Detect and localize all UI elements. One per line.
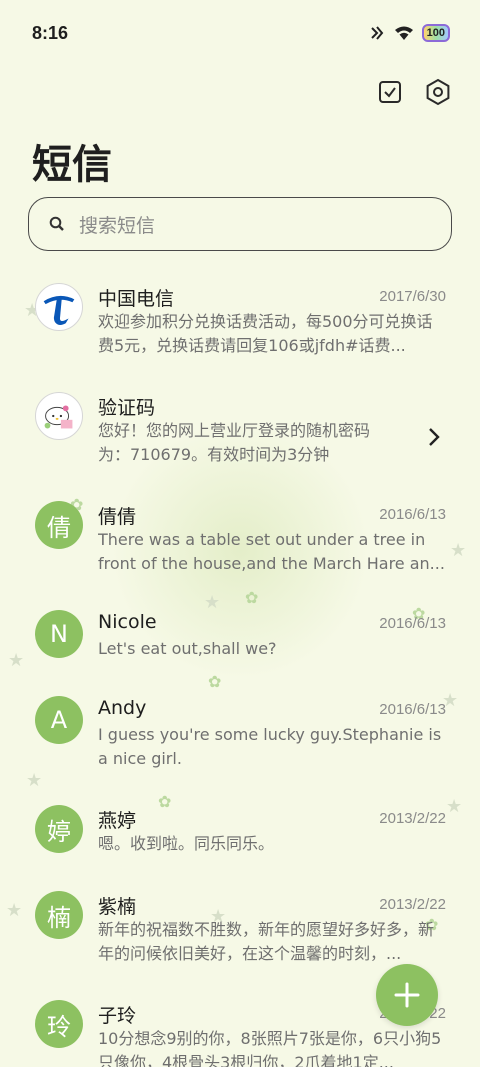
status-time: 8:16 [32,22,69,43]
message-preview: 欢迎参加积分兑换话费活动，每500分可兑换话费5元，兑换话费请回复106或jfd… [98,312,433,355]
checklist-icon [379,81,401,103]
message-date: 2016/6/13 [379,615,446,632]
message-preview: There was a table set out under a tree i… [98,530,445,573]
top-actions [376,78,452,106]
message-preview: Let's eat out,shall we? [98,639,277,658]
message-date: 2016/6/13 [379,506,446,523]
battery-indicator: 100 [421,24,450,42]
china-telecom-logo [35,283,83,331]
contact-name: 中国电信 [98,288,175,310]
conversation-item[interactable]: N Nicole 2016/6/13 Let's eat out,shall w… [0,595,480,681]
status-bar: 8:16 100 [0,0,480,66]
message-date: 2017/6/30 [379,288,446,305]
contact-name: Nicole [98,611,157,633]
plus-icon [394,982,420,1008]
avatar: 婷 [35,805,83,853]
avatar: 倩 [35,501,83,549]
search-input[interactable]: 搜索短信 [28,197,452,251]
message-preview: 10分想念9别的你，8张照片7张是你，6只小狗5只像你，4根骨头3根归你，2爪着… [98,1029,442,1067]
page-title: 短信 [32,142,112,188]
chevron-right-icon [429,428,440,446]
conversation-item[interactable]: 婷 燕婷 2013/2/22 嗯。收到啦。同乐同乐。 [0,790,480,876]
contact-name: 子玲 [98,1005,137,1027]
hello-kitty-avatar [35,392,83,440]
message-preview: 新年的祝福数不胜数，新年的愿望好多好多，新年的问候依旧美好，在这个温馨的时刻，.… [98,920,435,963]
avatar: 楠 [35,891,83,939]
contact-name: 紫楠 [98,896,137,918]
conversation-item[interactable]: 验证码 您好！您的网上营业厅登录的随机密码为：710679。有效时间为3分钟 [0,377,480,486]
contact-name: 验证码 [98,397,156,419]
conversation-item[interactable]: 倩 倩倩 2016/6/13 There was a table set out… [0,486,480,595]
contact-name: 倩倩 [98,506,137,528]
nfc-icon [370,26,383,40]
contact-name: Andy [98,697,147,719]
conversation-list: 中国电信 2017/6/30 欢迎参加积分兑换话费活动，每500分可兑换话费5元… [0,268,480,1067]
message-date: 2013/2/22 [379,810,446,827]
contact-name: 燕婷 [98,810,137,832]
avatar: 玲 [35,1000,83,1048]
settings-button[interactable] [424,78,452,106]
new-message-button[interactable] [376,964,438,1026]
conversation-item[interactable]: 中国电信 2017/6/30 欢迎参加积分兑换话费活动，每500分可兑换话费5元… [0,268,480,377]
settings-icon [426,78,450,106]
message-preview: I guess you're some lucky guy.Stephanie … [98,725,442,768]
status-icons: 100 [368,24,450,42]
conversation-item[interactable]: A Andy 2016/6/13 I guess you're some luc… [0,681,480,790]
search-placeholder: 搜索短信 [79,214,156,237]
search-icon [49,216,64,231]
wifi-icon [394,26,413,40]
avatar: A [35,696,83,744]
message-date: 2013/2/22 [379,896,446,913]
checklist-button[interactable] [376,78,404,106]
message-date: 2016/6/13 [379,701,446,718]
message-preview: 您好！您的网上营业厅登录的随机密码为：710679。有效时间为3分钟 [98,421,371,464]
message-preview: 嗯。收到啦。同乐同乐。 [98,834,275,853]
avatar: N [35,610,83,658]
